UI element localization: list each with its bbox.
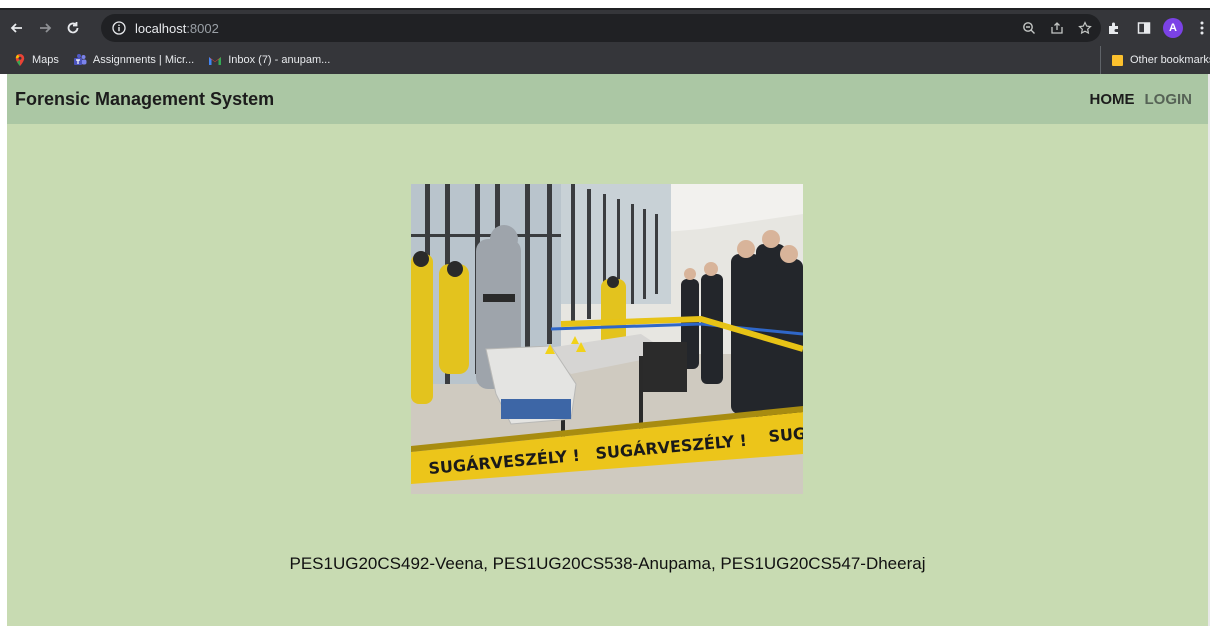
extensions-icon[interactable] [1103, 17, 1125, 39]
profile-avatar[interactable]: A [1163, 18, 1183, 38]
share-icon[interactable] [1047, 18, 1067, 38]
url-port: :8002 [186, 20, 219, 36]
other-bookmarks-label: Other bookmarks [1130, 54, 1210, 66]
bookmark-label: Maps [32, 54, 59, 66]
bookmark-assignments[interactable]: Assignments | Micr... [73, 53, 194, 67]
address-bar[interactable]: localhost:8002 [101, 14, 1101, 42]
site-info-icon[interactable] [111, 20, 127, 36]
forward-icon[interactable] [34, 17, 56, 39]
bookmark-star-icon[interactable] [1075, 18, 1095, 38]
side-panel-icon[interactable] [1133, 17, 1155, 39]
page-content: Forensic Management System HOME LOGIN SU… [7, 74, 1208, 626]
nav-links: HOME LOGIN [1090, 74, 1193, 124]
nav-login-link[interactable]: LOGIN [1145, 91, 1193, 108]
bookmark-label: Inbox (7) - anupam... [228, 54, 331, 66]
gmail-icon [209, 56, 222, 65]
bookmarks-bar: Maps Assignments | Micr... Inbox (7) - a… [0, 46, 1210, 74]
zoom-icon[interactable] [1019, 18, 1039, 38]
brand-title: Forensic Management System [15, 88, 275, 109]
other-bookmarks[interactable]: Other bookmarks [1100, 46, 1210, 74]
bookmark-maps[interactable]: Maps [14, 53, 59, 67]
bookmark-inbox[interactable]: Inbox (7) - anupam... [208, 54, 330, 66]
hero-image: SUGÁRVESZÉLY ! SUGÁRVESZÉLY ! SUGÁ [411, 184, 803, 494]
navbar: Forensic Management System HOME LOGIN [7, 74, 1208, 124]
browser-toolbar: localhost:8002 A [0, 10, 1210, 46]
tape-text: SUGÁ [768, 423, 803, 446]
url-host: localhost [135, 20, 187, 36]
team-credits: PES1UG20CS492-Veena, PES1UG20CS538-Anupa… [289, 554, 926, 573]
maps-pin-icon [15, 54, 25, 66]
back-icon[interactable] [6, 17, 28, 39]
folder-icon [1112, 54, 1123, 66]
teams-icon [73, 54, 87, 65]
bookmark-label: Assignments | Micr... [92, 54, 195, 66]
url-text: localhost:8002 [135, 21, 219, 36]
nav-home-link[interactable]: HOME [1090, 91, 1135, 108]
forensic-scene-illustration: SUGÁRVESZÉLY ! SUGÁRVESZÉLY ! SUGÁ [411, 184, 803, 494]
menu-kebab-icon[interactable] [1191, 17, 1210, 39]
reload-icon[interactable] [62, 17, 84, 39]
